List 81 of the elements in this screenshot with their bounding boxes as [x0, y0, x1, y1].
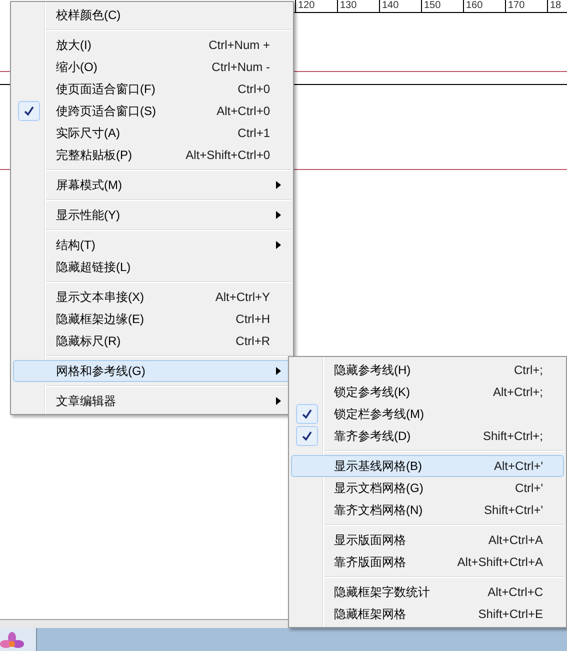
flower-icon[interactable]: [0, 632, 24, 651]
menu-item[interactable]: 实际尺寸(A) Ctrl+1: [13, 122, 291, 144]
menu-item[interactable]: 隐藏参考线(H) Ctrl+;: [291, 359, 564, 381]
menu-item[interactable]: 隐藏框架网格 Shift+Ctrl+E: [291, 603, 564, 625]
item-label: 显示文本串接(X): [56, 289, 144, 306]
item-label: 校样颜色(C): [56, 7, 121, 24]
menu-item[interactable]: 完整粘贴板(P) Alt+Shift+Ctrl+0: [13, 144, 291, 166]
ruler-label: 140: [381, 0, 400, 11]
menu-item[interactable]: 网格和参考线(G): [13, 360, 291, 382]
ruler-label: 18: [549, 0, 562, 11]
shortcut-text: Alt+Ctrl+': [494, 458, 543, 475]
menu-item[interactable]: 结构(T): [13, 234, 291, 256]
shortcut-text: Ctrl+Num -: [212, 59, 270, 76]
item-label: 使页面适合窗口(F): [56, 81, 156, 98]
menu-item[interactable]: 隐藏标尺(R) Ctrl+R: [13, 330, 291, 352]
menu-item[interactable]: 放大(I) Ctrl+Num +: [13, 34, 291, 56]
shortcut-text: Ctrl+0: [238, 81, 270, 98]
item-label: 靠齐文档网格(N): [334, 502, 423, 519]
item-label: 锁定栏参考线(M): [334, 406, 424, 423]
shortcut-text: Ctrl+;: [514, 362, 543, 379]
shortcut-text: Ctrl+1: [238, 125, 270, 142]
menu-item[interactable]: 显示性能(Y): [13, 204, 291, 226]
menu-item[interactable]: 显示文本串接(X) Alt+Ctrl+Y: [13, 286, 291, 308]
item-label: 锁定参考线(K): [334, 384, 410, 401]
menu-item[interactable]: 使页面适合窗口(F) Ctrl+0: [13, 78, 291, 100]
item-label: 文章编辑器: [56, 393, 116, 410]
menu-item[interactable]: 靠齐文档网格(N) Shift+Ctrl+': [291, 499, 564, 521]
shortcut-text: Shift+Ctrl+E: [478, 606, 543, 623]
item-label: 使跨页适合窗口(S): [56, 103, 156, 120]
item-label: 实际尺寸(A): [56, 125, 120, 142]
shortcut-text: Ctrl+H: [236, 311, 270, 328]
item-label: 显示性能(Y): [56, 207, 120, 224]
item-label: 放大(I): [56, 37, 92, 54]
ruler-label: 160: [465, 0, 484, 11]
shortcut-text: Alt+Ctrl+A: [488, 532, 543, 549]
item-label: 网格和参考线(G): [56, 363, 146, 380]
item-label: 靠齐参考线(D): [334, 428, 411, 445]
menu-item[interactable]: 隐藏超链接(L): [13, 256, 291, 278]
menu-item[interactable]: 显示文档网格(G) Ctrl+': [291, 477, 564, 499]
menu-item[interactable]: 屏幕模式(M): [13, 174, 291, 196]
menu-item[interactable]: 锁定栏参考线(M): [291, 403, 564, 425]
item-label: 隐藏标尺(R): [56, 333, 121, 350]
item-label: 隐藏框架边缘(E): [56, 311, 144, 328]
shortcut-text: Ctrl+R: [236, 333, 270, 350]
shortcut-text: Shift+Ctrl+': [484, 502, 543, 519]
shortcut-text: Alt+Ctrl+;: [492, 384, 543, 401]
menu-item[interactable]: 显示基线网格(B) Alt+Ctrl+': [291, 455, 564, 477]
shortcut-text: Shift+Ctrl+;: [482, 428, 543, 445]
menu-item[interactable]: 隐藏框架边缘(E) Ctrl+H: [13, 308, 291, 330]
shortcut-text: Alt+Ctrl+0: [216, 103, 270, 120]
item-label: 显示版面网格: [334, 532, 406, 549]
item-label: 缩小(O): [56, 59, 98, 76]
menu-item[interactable]: 隐藏框架字数统计 Alt+Ctrl+C: [291, 581, 564, 603]
shortcut-text: Alt+Shift+Ctrl+A: [457, 554, 543, 571]
shortcut-text: Alt+Shift+Ctrl+0: [186, 147, 270, 164]
menu-item[interactable]: 靠齐版面网格 Alt+Shift+Ctrl+A: [291, 551, 564, 573]
shortcut-text: Ctrl+Num +: [208, 37, 270, 54]
shortcut-text: Alt+Ctrl+C: [488, 584, 543, 601]
item-label: 结构(T): [56, 237, 96, 254]
shortcut-text: Alt+Ctrl+Y: [215, 289, 270, 306]
menu-item[interactable]: 锁定参考线(K) Alt+Ctrl+;: [291, 381, 564, 403]
item-label: 完整粘贴板(P): [56, 147, 132, 164]
item-label: 隐藏超链接(L): [56, 259, 131, 276]
item-label: 靠齐版面网格: [334, 554, 406, 571]
menu-item[interactable]: 显示版面网格 Alt+Ctrl+A: [291, 529, 564, 551]
item-label: 隐藏框架网格: [334, 606, 406, 623]
menu-item[interactable]: 使跨页适合窗口(S) Alt+Ctrl+0: [13, 100, 291, 122]
shortcut-text: Ctrl+': [515, 480, 543, 497]
ruler-label: 120: [297, 0, 316, 11]
item-label: 隐藏参考线(H): [334, 362, 411, 379]
item-label: 隐藏框架字数统计: [334, 584, 430, 601]
menu-item[interactable]: 校样颜色(C): [13, 4, 291, 26]
ruler-label: 170: [507, 0, 526, 11]
menu-item[interactable]: 缩小(O) Ctrl+Num -: [13, 56, 291, 78]
ruler-label: 150: [423, 0, 442, 11]
menu-item[interactable]: 靠齐参考线(D) Shift+Ctrl+;: [291, 425, 564, 447]
item-label: 显示基线网格(B): [334, 458, 422, 475]
ruler-label: 130: [339, 0, 358, 11]
item-label: 显示文档网格(G): [334, 480, 424, 497]
menu-item[interactable]: 文章编辑器: [13, 390, 291, 412]
item-label: 屏幕模式(M): [56, 177, 122, 194]
